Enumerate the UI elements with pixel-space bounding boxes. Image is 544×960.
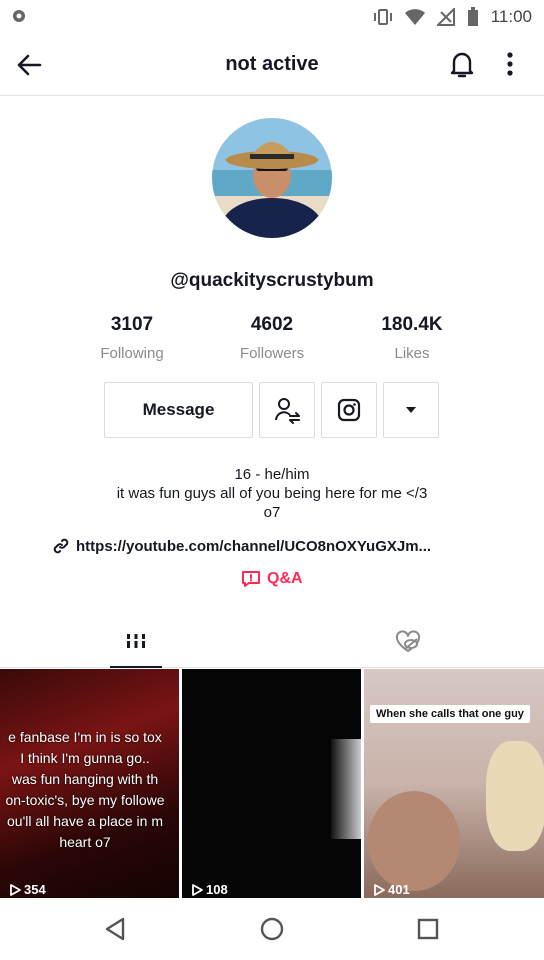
vibrate-icon (373, 9, 392, 25)
instagram-button[interactable] (321, 382, 377, 438)
caption-line: heart o7 (59, 834, 111, 850)
message-button[interactable]: Message (104, 382, 253, 438)
following-label: Following (100, 345, 164, 362)
heart-hidden-icon (395, 630, 421, 652)
play-icon (374, 883, 385, 896)
video-caption: When she calls that one guy (370, 705, 530, 723)
qa-icon (242, 571, 260, 587)
app-notification-icon (13, 10, 25, 22)
tab-videos[interactable] (110, 616, 162, 668)
video-thumbnail[interactable]: e fanbase I'm in is so tox I think I'm g… (0, 669, 179, 898)
likes-stat: 180.4K Likes (342, 314, 482, 362)
bio-line: 16 - he/him (234, 466, 310, 483)
video-thumbnail[interactable]: 108 (182, 669, 361, 898)
video-thumbnail[interactable]: When she calls that one guy 401 (364, 669, 544, 898)
view-count: 108 (190, 882, 228, 897)
person-image (368, 791, 460, 891)
play-icon (192, 883, 203, 896)
bio: 16 - he/him it was fun guys all of you b… (0, 465, 544, 522)
tab-liked[interactable] (382, 616, 434, 668)
home-circle-icon[interactable] (257, 914, 287, 944)
person-image (486, 741, 544, 851)
followers-label: Followers (239, 345, 305, 362)
grid-icon (125, 634, 147, 648)
suggested-accounts-button[interactable] (383, 382, 439, 438)
caption-line: I think I'm gunna go.. (20, 750, 150, 766)
system-navigation-bar (0, 898, 544, 960)
caption-line: e fanbase I'm in is so tox (8, 729, 162, 745)
bio-line: o7 (263, 504, 281, 521)
avatar[interactable] (212, 118, 332, 238)
following-count: 3107 (110, 314, 154, 335)
qa-button[interactable]: Q&A (241, 570, 303, 588)
video-frame-highlight (331, 739, 361, 839)
no-signal-icon (436, 8, 455, 26)
view-count: 354 (8, 882, 46, 897)
caption-line: on-toxic's, bye my followe (5, 792, 165, 808)
qa-label: Q&A (267, 570, 303, 587)
bell-icon[interactable] (448, 49, 476, 79)
play-icon (10, 883, 21, 896)
more-options-icon[interactable] (498, 49, 522, 79)
likes-label: Likes (394, 345, 430, 362)
video-caption: e fanbase I'm in is so tox I think I'm g… (0, 727, 179, 853)
caret-down-icon (406, 407, 416, 413)
view-count: 401 (372, 882, 410, 897)
recents-square-icon[interactable] (413, 914, 443, 944)
view-count-text: 108 (206, 882, 228, 897)
caption-line: ou'll all have a place in m (7, 813, 163, 829)
status-bar: 11:00 (0, 0, 544, 34)
likes-count: 180.4K (381, 314, 443, 335)
following-stat[interactable]: 3107 Following (62, 314, 202, 362)
username: @quackityscrustybum (170, 270, 374, 291)
caption-line: was fun hanging with th (11, 771, 159, 787)
followers-count: 4602 (250, 314, 294, 335)
profile-header: not active (0, 34, 544, 96)
profile-link[interactable]: https://youtube.com/channel/UCO8nOXYuGXJ… (52, 537, 431, 555)
view-count-text: 401 (388, 882, 410, 897)
user-switch-icon (275, 398, 300, 424)
followers-stat[interactable]: 4602 Followers (202, 314, 342, 362)
profile-link-text: https://youtube.com/channel/UCO8nOXYuGXJ… (76, 537, 432, 555)
instagram-icon (337, 398, 361, 422)
view-count-text: 354 (24, 882, 46, 897)
link-icon (53, 538, 69, 554)
clock: 11:00 (490, 7, 532, 26)
battery-icon (467, 7, 478, 26)
follow-status-button[interactable] (259, 382, 315, 438)
bio-line: it was fun guys all of you being here fo… (116, 485, 428, 502)
video-grid: e fanbase I'm in is so tox I think I'm g… (0, 669, 544, 898)
profile-tabs (0, 616, 544, 668)
wifi-icon (404, 9, 425, 25)
back-triangle-icon[interactable] (101, 914, 131, 944)
